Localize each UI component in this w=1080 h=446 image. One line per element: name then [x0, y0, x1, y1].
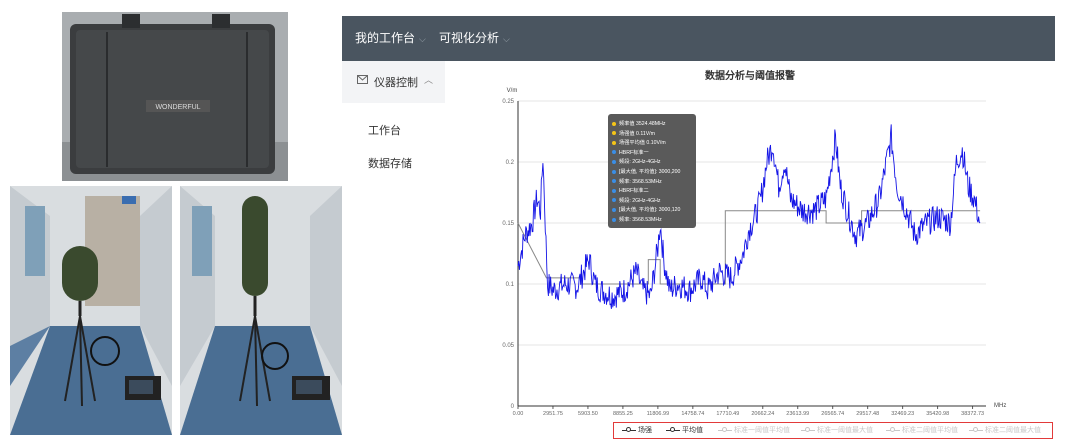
x-tick-label: 11806.99 — [647, 411, 670, 417]
tooltip-dot-icon — [612, 160, 616, 165]
y-tick-label: 0.25 — [502, 99, 514, 105]
legend-label: 标准二阈值平均值 — [902, 427, 958, 434]
tooltip-row: 频率: 3568.53MHz — [612, 216, 662, 223]
tooltip-dot-icon — [612, 121, 616, 126]
tooltip-text: HBRF标准一 — [619, 149, 649, 156]
y-tick-label: 0.1 — [506, 282, 515, 288]
x-tick-label: 0.00 — [513, 411, 524, 417]
legend-label: 标准一阈值最大值 — [817, 427, 873, 434]
tooltip-row: 频率值 3524.48MHz — [612, 120, 665, 127]
legend-marker-icon — [886, 426, 900, 432]
tooltip-row: HBRF标准二 — [612, 187, 649, 194]
legend-marker-icon — [969, 426, 983, 432]
tooltip-row: 场强值 0.11V/m — [612, 130, 655, 137]
x-axis-label: MHz — [994, 403, 1006, 409]
chart-tooltip: 频率值 3524.48MHz 场强值 0.11V/m 场强平均值 0.10V/m HB… — [608, 114, 696, 228]
y-tick-label: 0.05 — [502, 343, 514, 349]
tooltip-dot-icon — [612, 179, 616, 184]
tooltip-text: HBRF标准二 — [619, 188, 649, 195]
tooltip-text: [最大值, 平均值]: 3000,200 — [619, 169, 681, 175]
tooltip-row: 频段: 2GHz-4GHz — [612, 197, 661, 204]
tooltip-row: [最大值, 平均值]: 3000,200 — [612, 168, 680, 175]
legend-marker-icon — [801, 426, 815, 432]
legend-label: 平均值 — [682, 427, 703, 434]
x-tick-label: 26565.74 — [821, 411, 844, 417]
legend-marker-icon — [622, 426, 636, 432]
tooltip-dot-icon — [612, 208, 616, 213]
y-tick-label: 0.2 — [506, 160, 515, 166]
y-tick-label: 0.15 — [502, 221, 514, 227]
tooltip-text: 频率值 3524.48MHz — [619, 121, 666, 127]
tooltip-text: 频段: 2GHz-4GHz — [619, 197, 661, 204]
x-axis: 0.00 2951.75 5903.50 8855.25 11806.99 14758.7… — [513, 403, 1007, 417]
y-tick-label: 0 — [511, 404, 515, 410]
tooltip-text: 频段: 2GHz-4GHz — [619, 159, 661, 166]
legend-item[interactable]: 场强 — [622, 425, 652, 435]
x-tick-label: 20662.24 — [751, 411, 774, 417]
legend-item[interactable]: 标准二阈值平均值 — [886, 425, 958, 435]
x-tick-label: 38372.73 — [961, 411, 984, 417]
legend-item[interactable]: 平均值 — [666, 425, 703, 435]
tooltip-dot-icon — [612, 140, 616, 145]
tooltip-row: 频率: 3568.53MHz — [612, 178, 662, 185]
x-tick-label: 2951.75 — [543, 411, 563, 417]
x-tick-label: 32469.23 — [891, 411, 914, 417]
legend-label: 场强 — [638, 427, 652, 434]
tooltip-text: [最大值, 平均值]: 3000,120 — [619, 207, 681, 214]
tooltip-dot-icon — [612, 188, 616, 193]
tooltip-row: 场强平均值 0.10V/m — [612, 139, 666, 146]
tooltip-dot-icon — [612, 198, 616, 203]
tooltip-row: HBRF标准一 — [612, 149, 649, 156]
legend-item[interactable]: 标准一阈值最大值 — [801, 425, 873, 435]
x-tick-label: 5903.50 — [578, 411, 598, 417]
x-tick-label: 29517.48 — [856, 411, 879, 417]
tooltip-text: 场强平均值 0.10V/m — [619, 140, 666, 147]
x-tick-label: 17710.49 — [716, 411, 739, 417]
legend-item[interactable]: 标准二阈值最大值 — [969, 425, 1041, 435]
tooltip-dot-icon — [612, 169, 616, 174]
tooltip-dot-icon — [612, 131, 616, 136]
y-axis: 0 0.05 0.1 0.15 0.2 0.25 V/m — [502, 88, 519, 410]
tooltip-text: 频率: 3568.53MHz — [619, 178, 662, 185]
tooltip-dot-icon — [612, 217, 616, 222]
tooltip-text: 频率: 3568.53MHz — [619, 217, 662, 223]
series-field-strength-line — [517, 124, 981, 309]
tooltip-row: 频段: 2GHz-4GHz — [612, 158, 661, 165]
field-strength-chart[interactable]: 0 0.05 0.1 0.15 0.2 0.25 V/m 0.00 2951.75 5903.5… — [0, 0, 1080, 446]
tooltip-dot-icon — [612, 150, 616, 155]
legend-label: 标准二阈值最大值 — [985, 427, 1041, 434]
tooltip-text: 场强值 0.11V/m — [619, 130, 655, 137]
legend-label: 标准一阈值平均值 — [734, 427, 790, 434]
x-tick-label: 23613.99 — [786, 411, 809, 417]
chart-legend: 场强 平均值 标准一阈值平均值 标准一阈值最大值 标准二阈值平均值 标准二阈值最大值 — [613, 422, 1053, 439]
x-tick-label: 14758.74 — [681, 411, 704, 417]
x-tick-label: 8855.25 — [613, 411, 633, 417]
legend-marker-icon — [718, 426, 732, 432]
legend-item[interactable]: 标准一阈值平均值 — [718, 425, 790, 435]
chart-series — [517, 124, 981, 309]
tooltip-row: [最大值, 平均值]: 3000,120 — [612, 206, 680, 213]
y-axis-label: V/m — [507, 88, 518, 94]
x-tick-label: 35420.98 — [926, 411, 949, 417]
chart-grid — [518, 100, 986, 407]
series-average-line — [517, 210, 981, 285]
legend-marker-icon — [666, 426, 680, 432]
